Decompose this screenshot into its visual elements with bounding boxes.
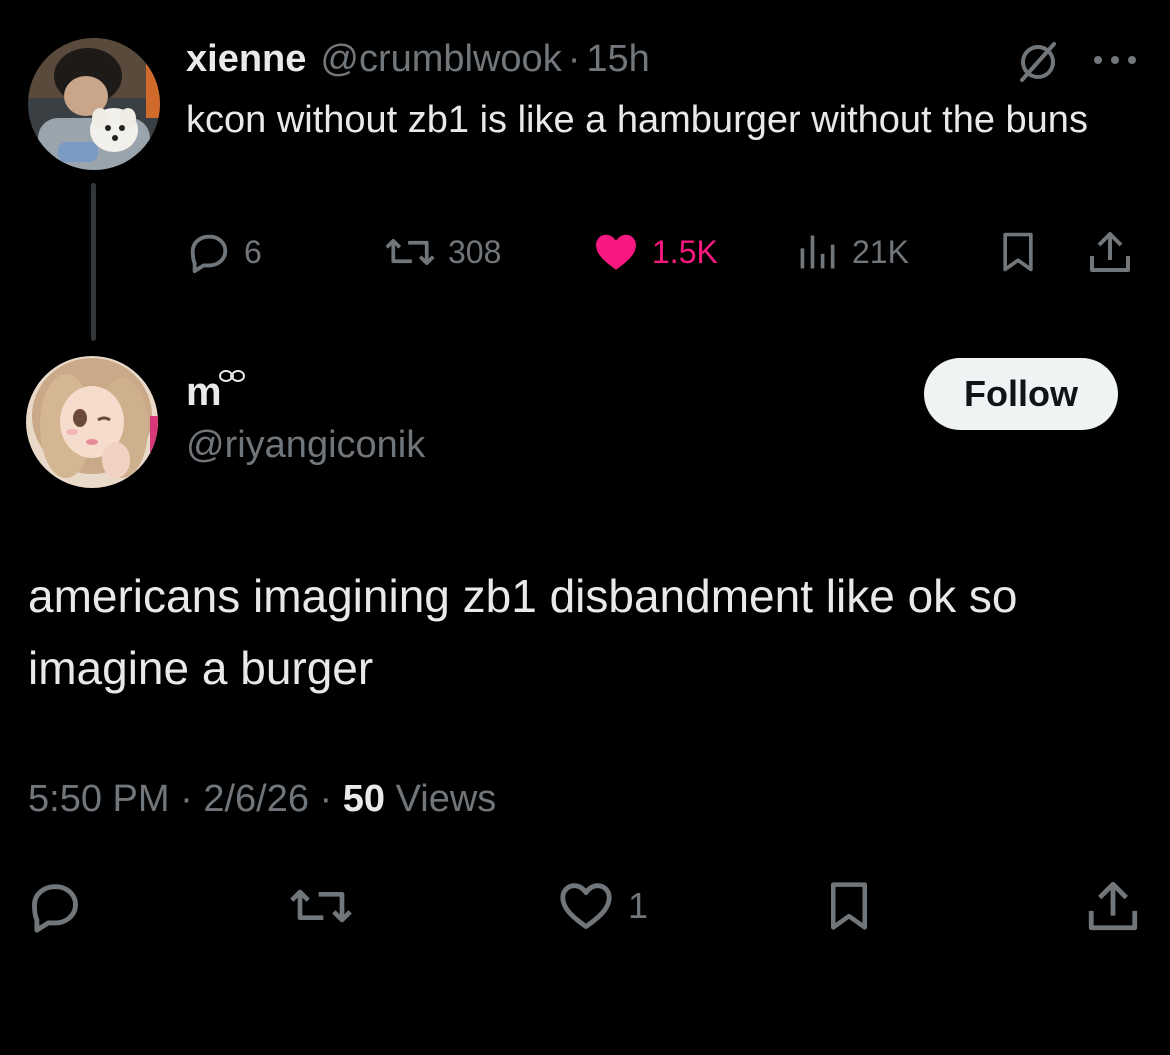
- tweet-time[interactable]: 5:50 PM: [28, 778, 170, 820]
- grok-slash-circle-icon[interactable]: [1016, 40, 1060, 84]
- bar-chart-icon: [800, 235, 835, 269]
- retweet-button[interactable]: [288, 876, 354, 936]
- parent-header: xienne @crumblwook · 15h: [186, 34, 650, 84]
- heart-icon: [596, 234, 636, 270]
- speech-bubble-icon: [190, 234, 228, 274]
- parent-retweet-button[interactable]: 308: [384, 226, 501, 278]
- follow-button[interactable]: Follow: [924, 358, 1118, 430]
- author-display-name[interactable]: m: [186, 370, 222, 415]
- parent-share-button[interactable]: [1086, 226, 1134, 278]
- parent-timestamp[interactable]: 15h: [586, 38, 649, 81]
- speech-bubble-icon: [32, 884, 78, 933]
- ribbon-emoji-icon: [219, 370, 245, 382]
- parent-handle[interactable]: @crumblwook: [320, 38, 561, 81]
- parent-tweet-text: kcon without zb1 is like a hamburger wit…: [186, 99, 1088, 141]
- views-label: Views: [395, 778, 497, 820]
- main-tweet-text: americans imagining zb1 disbandment like…: [28, 570, 1018, 694]
- bookmark-icon: [1003, 232, 1033, 272]
- tweet-date[interactable]: 2/6/26: [203, 778, 309, 820]
- parent-reply-count: 6: [244, 233, 262, 270]
- parent-reply-button[interactable]: 6: [186, 226, 262, 278]
- separator-dot: ·: [567, 37, 581, 80]
- more-dots-icon[interactable]: [1090, 52, 1140, 68]
- parent-views-button[interactable]: 21K: [796, 226, 909, 278]
- parent-like-count: 1.5K: [652, 233, 718, 270]
- like-count: 1: [628, 885, 649, 926]
- parent-retweet-count: 308: [448, 233, 502, 270]
- separator-dot: ·: [319, 778, 333, 820]
- parent-avatar[interactable]: [28, 38, 160, 170]
- parent-display-name[interactable]: xienne: [186, 38, 306, 81]
- main-action-bar: 1: [0, 876, 1170, 936]
- retweet-arrows-icon: [290, 889, 352, 923]
- parent-like-button[interactable]: 1.5K: [592, 226, 718, 278]
- heart-icon: [560, 883, 612, 929]
- tweet-meta: 5:50 PM · 2/6/26 · 50 Views: [28, 778, 496, 821]
- share-upload-icon: [1088, 881, 1138, 931]
- separator-dot: ·: [180, 778, 193, 820]
- bookmark-icon: [831, 882, 867, 930]
- like-button[interactable]: 1: [556, 876, 648, 936]
- parent-action-bar: 6 308 1.5K 21K: [0, 226, 1170, 278]
- author-avatar[interactable]: [26, 356, 158, 488]
- share-button[interactable]: [1084, 876, 1142, 936]
- parent-views-count: 21K: [852, 233, 909, 270]
- author-handle[interactable]: @riyangiconik: [186, 424, 425, 467]
- bookmark-button[interactable]: [822, 876, 876, 936]
- retweet-arrows-icon: [385, 239, 435, 265]
- share-upload-icon: [1090, 232, 1130, 272]
- reply-button[interactable]: [26, 876, 84, 936]
- views-count: 50: [342, 778, 386, 820]
- parent-bookmark-button[interactable]: [996, 226, 1040, 278]
